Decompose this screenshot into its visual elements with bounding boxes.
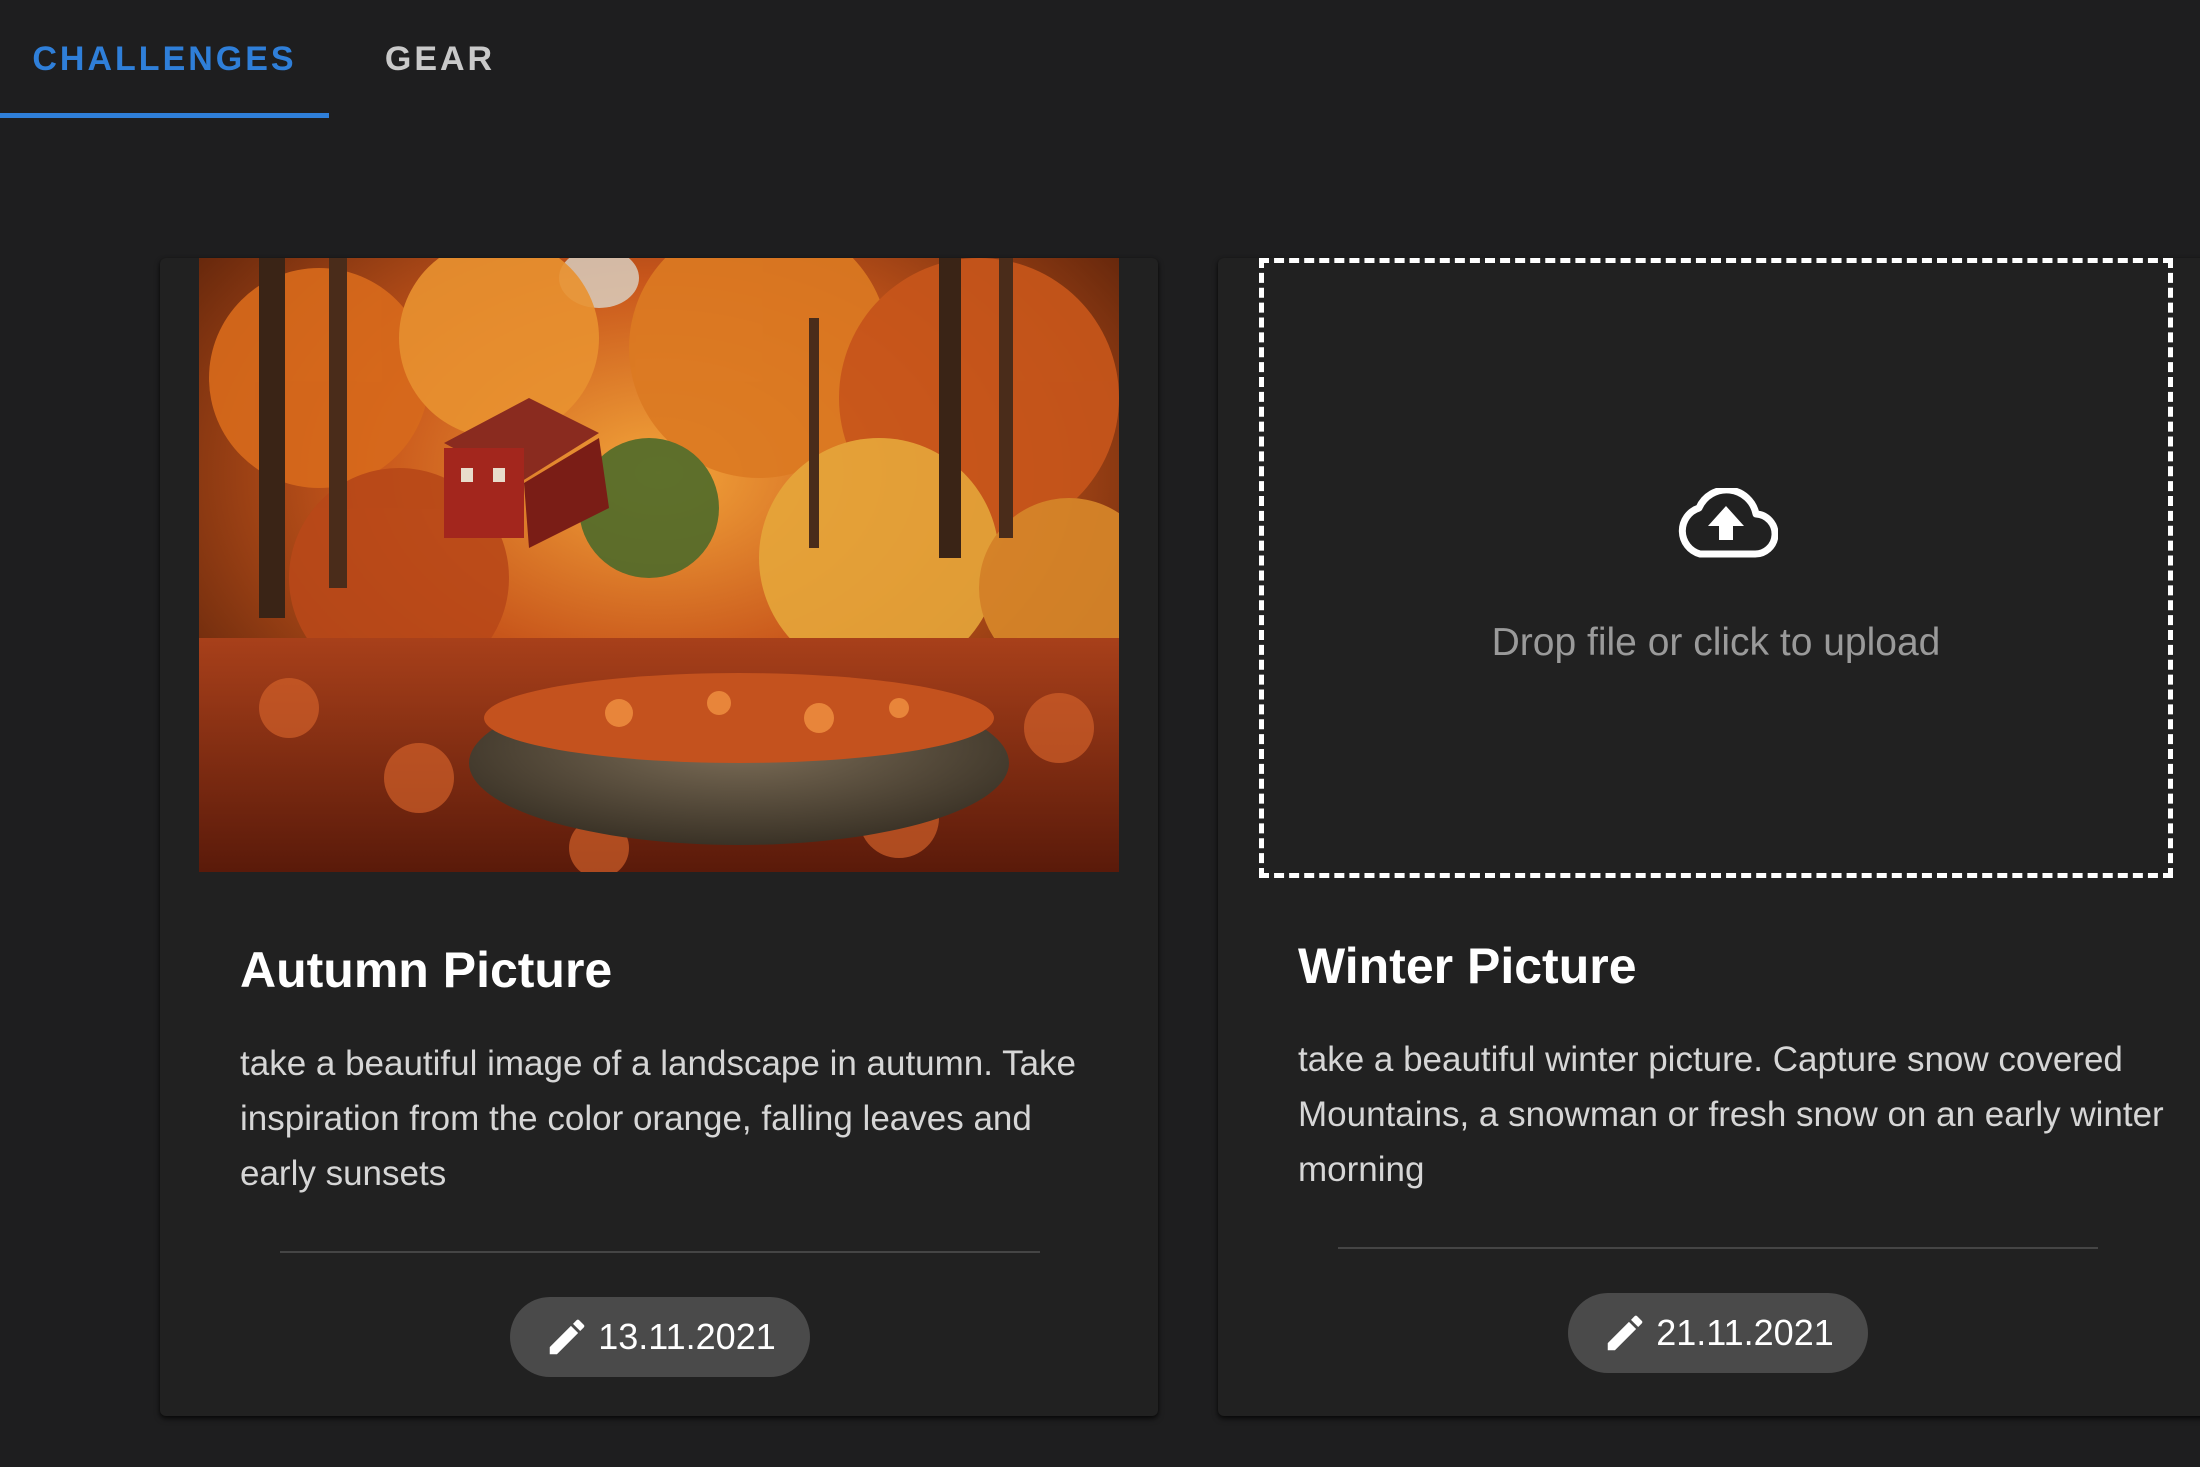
card-divider bbox=[1338, 1247, 2098, 1249]
tab-bar: CHALLENGES GEAR bbox=[0, 0, 2200, 118]
card-description: take a beautiful image of a landscape in… bbox=[240, 1044, 1077, 1193]
card-title: Winter Picture bbox=[1298, 938, 1637, 994]
challenge-card-autumn: Autumn Picture take a beautiful image of… bbox=[160, 258, 1158, 1416]
tab-challenges[interactable]: CHALLENGES bbox=[0, 0, 329, 118]
edit-date-chip[interactable]: 21.11.2021 bbox=[1568, 1293, 1868, 1373]
upload-hint-text: Drop file or click to upload bbox=[1491, 621, 1941, 664]
pencil-icon bbox=[544, 1314, 590, 1360]
challenge-date: 21.11.2021 bbox=[1656, 1312, 1834, 1353]
card-divider bbox=[280, 1251, 1040, 1253]
active-tab-indicator bbox=[0, 113, 329, 118]
edit-date-chip[interactable]: 13.11.2021 bbox=[510, 1297, 810, 1377]
file-upload-dropzone[interactable]: Drop file or click to upload bbox=[1259, 258, 2173, 878]
challenge-date: 13.11.2021 bbox=[598, 1316, 776, 1357]
card-description: take a beautiful winter picture. Capture… bbox=[1298, 1040, 2164, 1189]
challenge-card-winter: Drop file or click to upload Winter Pict… bbox=[1218, 258, 2200, 1416]
cloud-upload-icon bbox=[1674, 486, 1779, 560]
autumn-forest-photo[interactable] bbox=[199, 258, 1119, 872]
card-title: Autumn Picture bbox=[240, 942, 613, 998]
tab-gear[interactable]: GEAR bbox=[329, 0, 551, 118]
pencil-icon bbox=[1602, 1310, 1648, 1356]
